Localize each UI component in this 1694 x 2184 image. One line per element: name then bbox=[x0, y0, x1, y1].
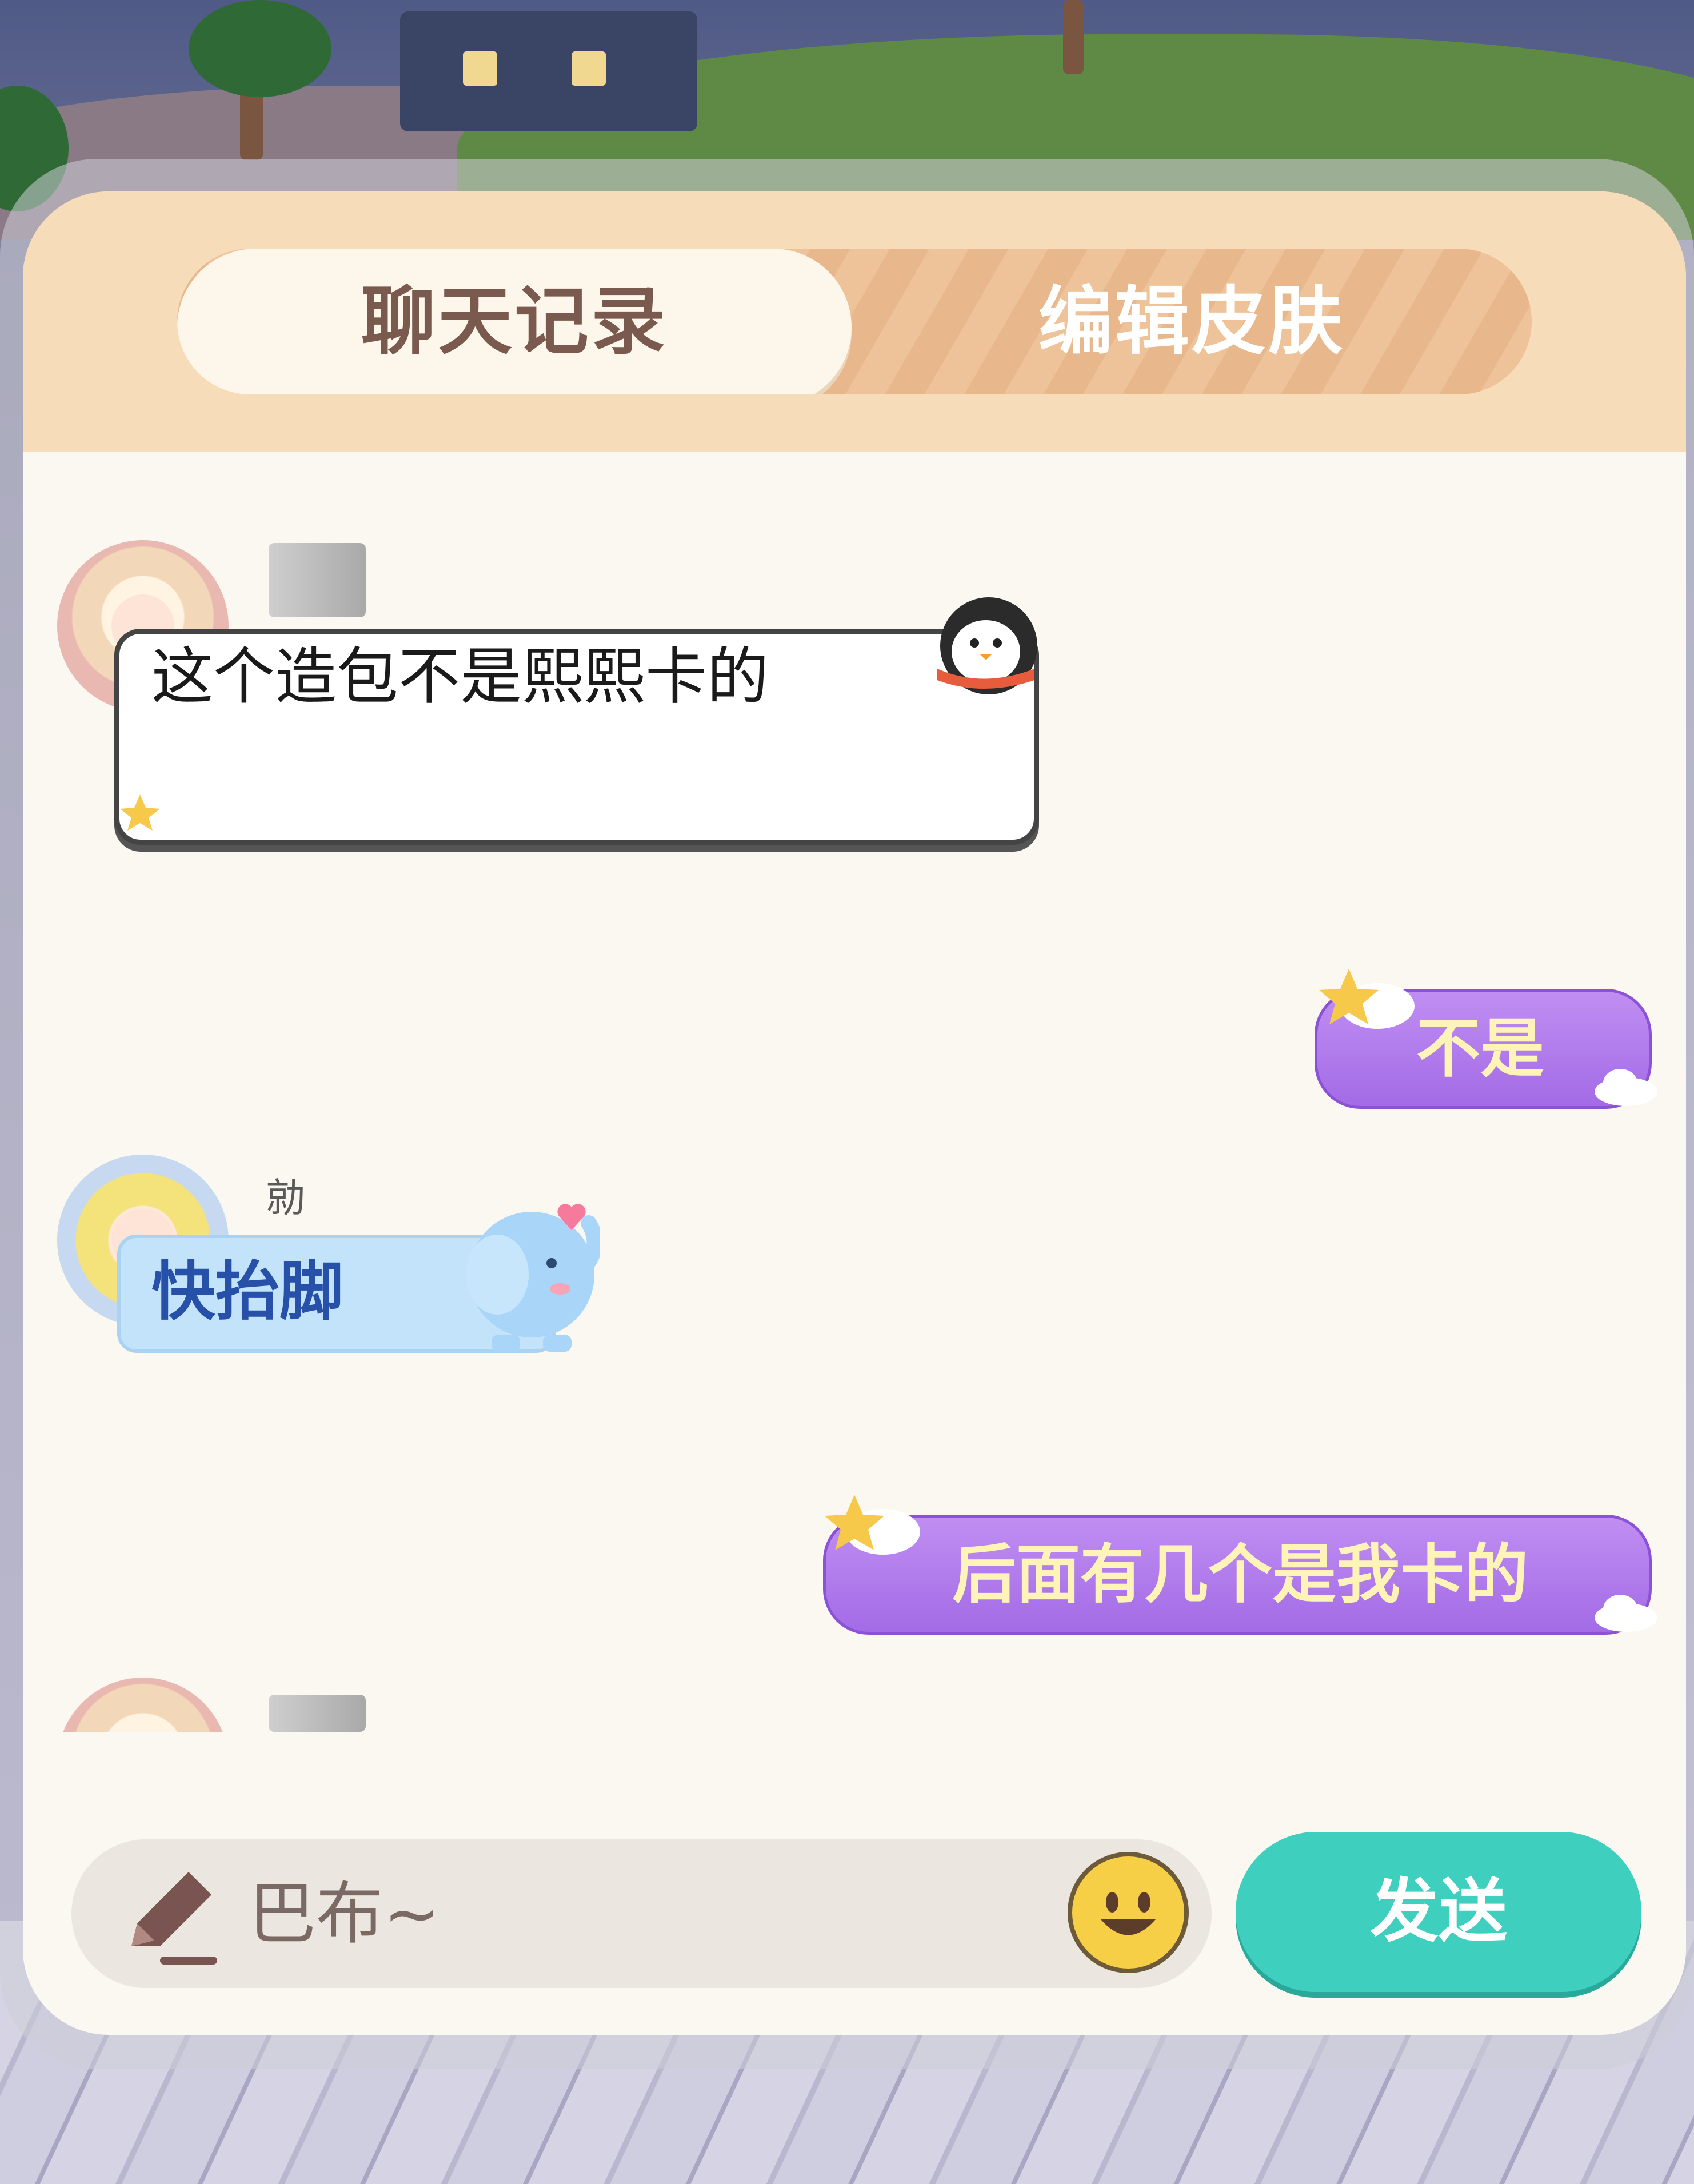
cloud-icon bbox=[1595, 1069, 1657, 1106]
sender-name-blurred bbox=[269, 1695, 366, 1732]
emoji-face-icon bbox=[1101, 1892, 1156, 1935]
tab-edit-skin[interactable]: 编辑皮肤 bbox=[852, 249, 1532, 394]
message-text: 这个造包不是熙熙卡的 bbox=[151, 641, 769, 713]
avatar-partial bbox=[57, 1678, 229, 1732]
cloud-icon bbox=[1595, 1595, 1657, 1632]
avatar bbox=[57, 1678, 229, 1732]
star-sticker-icon bbox=[120, 794, 160, 831]
heart-icon bbox=[557, 1204, 586, 1230]
message-text: 后面有几个是我卡的 bbox=[952, 1538, 1528, 1612]
tree-trunk bbox=[1063, 0, 1084, 74]
star-sticker-icon bbox=[1319, 969, 1415, 1029]
house-window bbox=[572, 51, 606, 86]
tab-chat-history[interactable]: 聊天记录 bbox=[177, 249, 852, 394]
tab-bar: 聊天记录 编辑皮肤 bbox=[177, 249, 1532, 394]
input-placeholder[interactable]: 巴布~ bbox=[249, 1839, 440, 1988]
tree bbox=[189, 0, 331, 97]
message-input[interactable] bbox=[71, 1839, 1212, 1988]
chat-panel: 聊天记录 编辑皮肤 bbox=[23, 191, 1686, 2035]
send-button-label[interactable]: 发送 bbox=[1236, 1832, 1641, 1992]
penguin-sticker-icon bbox=[937, 597, 1037, 694]
pencil-icon bbox=[131, 1872, 217, 1965]
house bbox=[400, 11, 697, 131]
message-text: 快抬脚 bbox=[151, 1255, 343, 1329]
emoji-icon[interactable] bbox=[1068, 1852, 1189, 1973]
sender-name: 勍 bbox=[266, 1175, 306, 1221]
sender-name-blurred bbox=[269, 543, 366, 617]
star-sticker-icon bbox=[825, 1495, 920, 1555]
house-window bbox=[463, 51, 497, 86]
